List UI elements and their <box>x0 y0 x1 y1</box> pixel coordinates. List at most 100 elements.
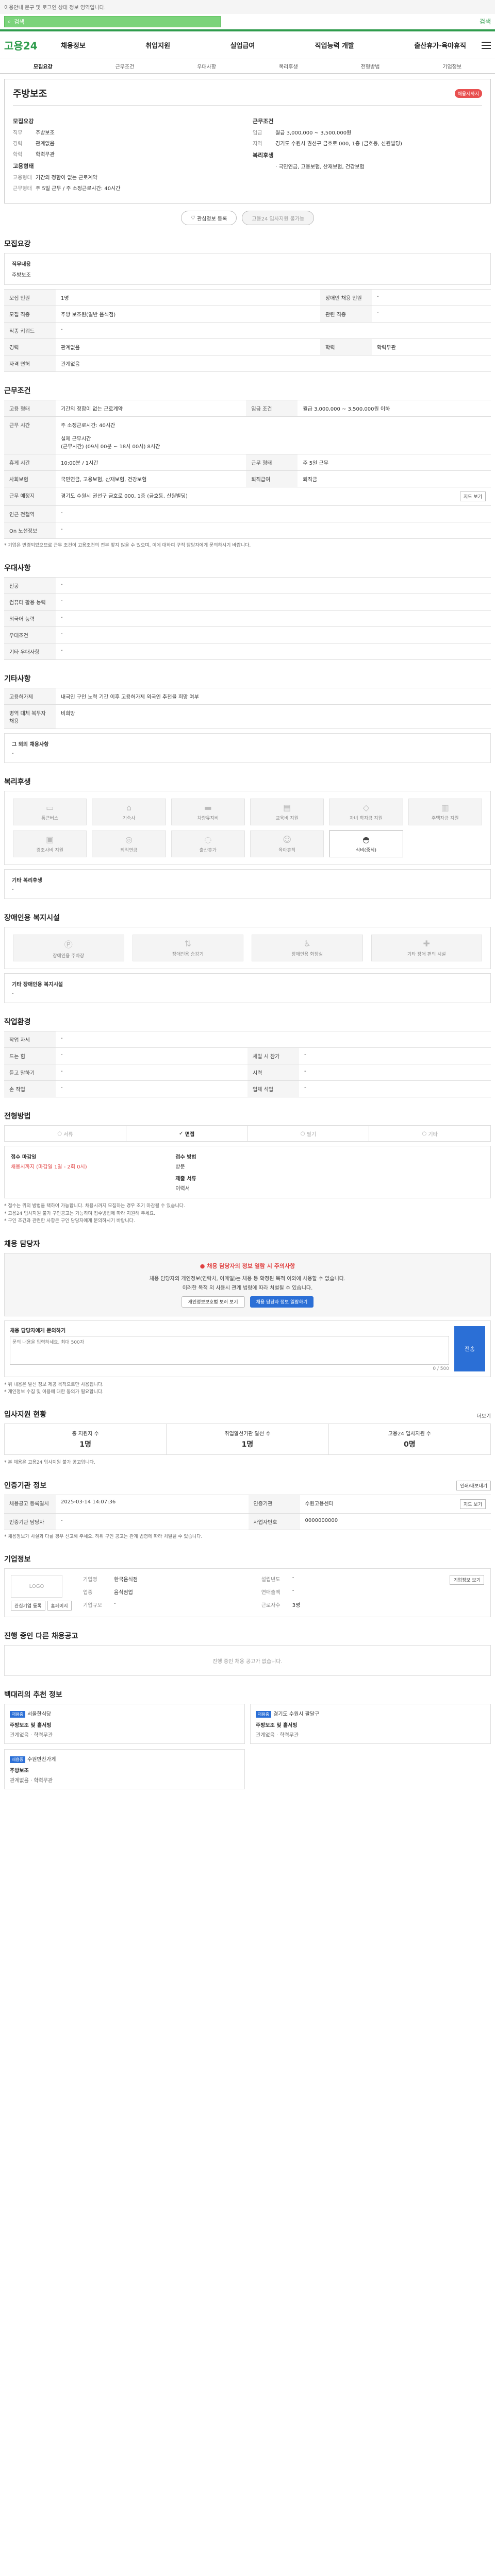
bottom-spacer <box>0 1793 495 1814</box>
cell-value: 주 5일 근무 <box>298 454 491 471</box>
tab-recruit[interactable]: 모집요강 <box>2 62 84 70</box>
cell-value: 1명 <box>56 289 320 306</box>
gnb-item-leave[interactable]: 출산휴가·육아휴직 <box>414 40 466 50</box>
site-logo[interactable]: 고용24 <box>4 38 45 53</box>
gnb-item-support[interactable]: 취업지원 <box>145 40 170 50</box>
welfare-box: 기타 복리후생 - <box>4 869 491 900</box>
disability-box-value: - <box>12 991 14 997</box>
search-placeholder: 검색 <box>14 18 25 25</box>
other-box: 그 외의 채용사항 - <box>4 733 491 764</box>
map-button[interactable]: 지도 보기 <box>460 492 486 501</box>
company-detail-button[interactable]: 기업정보 보기 <box>450 1575 484 1585</box>
recommend-cards: 채용중 서울한식당 주방보조 및 홀서빙 관계없음 · 학력무관 채용중 경기도 수… <box>4 1704 491 1790</box>
company-fav-button[interactable]: 관심기업 등록 <box>11 1601 45 1611</box>
view-contact-button[interactable]: 채용 담당자 정보 열람하기 <box>250 1296 314 1308</box>
welfare-item: ◓ 식비(중식) <box>329 831 403 858</box>
welfare-panel: ▭ 통근버스 ⌂ 기숙사 ▬ 차량유지비 ▤ 교육비 지원 ◇ 자녀 학자금 지원 ▥ 주택… <box>4 791 491 866</box>
welfare-item: ▬ 차량유지비 <box>171 799 245 826</box>
tab-condition[interactable]: 근무조건 <box>84 62 166 70</box>
cell-key: 채용공고 등록일시 <box>4 1494 56 1514</box>
cell-key: 드는 힘 <box>4 1047 56 1065</box>
cell-value: - <box>56 522 491 539</box>
agency-map-button[interactable]: 지도 보기 <box>460 1499 486 1509</box>
inquiry-count: 0 / 500 <box>433 1366 449 1371</box>
cell-value: 관계없음 <box>56 338 320 355</box>
env-table: 작업 자세 - 드는 힘 - 세밀 시 참가 - 듣고 말하기 - 시력 - 손 작업 - 업체 … <box>4 1031 491 1098</box>
alert-icon: ● <box>200 1262 207 1269</box>
cell-key: 우대조건 <box>4 626 56 644</box>
meta-value: - <box>292 1588 294 1594</box>
tab-prefer[interactable]: 우대사항 <box>166 62 248 70</box>
apply-disabled-button[interactable]: 고용24 입사지원 불가능 <box>242 211 315 225</box>
save-interest-button[interactable]: ♡ 관심정보 등록 <box>180 211 237 225</box>
meal-icon: ◓ <box>362 835 370 845</box>
apply-info: 접수 마감일 채용시까지 (마감일 1일 - 2회 0시) 접수 방법 방문 제… <box>4 1146 491 1199</box>
table-row: 병역 대체 복무자 채용 비희망 <box>4 704 491 730</box>
heart-icon: ♡ <box>190 215 197 221</box>
card-company: 서울한식당 <box>27 1711 52 1718</box>
recommend-card[interactable]: 채용중 서울한식당 주방보조 및 홀서빙 관계없음 · 학력무관 <box>4 1704 245 1744</box>
search-button[interactable]: 검색 <box>480 17 491 26</box>
send-button[interactable]: 전송 <box>454 1326 485 1371</box>
check-icon: ✓ <box>178 1130 185 1137</box>
cell-key: 컴퓨터 활용 능력 <box>4 594 56 611</box>
welfare-item: ▥ 주택자금 지원 <box>408 799 482 826</box>
count-number: 0명 <box>404 1440 416 1449</box>
summary-block-title: 복리후생 <box>253 152 274 159</box>
contact-title: 채용 담당자 <box>4 1240 40 1248</box>
disability-label: 기타 장애 편의 시설 <box>407 952 446 958</box>
cell-key: 장애인 채용 인원 <box>320 289 372 306</box>
table-row: 사회보험 국민연금, 고용보험, 산재보험, 건강보험 퇴직급여 퇴직금 <box>4 470 491 487</box>
print-button[interactable]: 인쇄/내보내기 <box>456 1480 491 1490</box>
card-tag: 채용중 <box>256 1711 272 1718</box>
cell-value: 국민연금, 고용보험, 산재보험, 건강보험 <box>56 470 246 487</box>
cell-key: 고용 형태 <box>4 400 56 417</box>
count-item: 취업알선기관 알선 수 1명 <box>167 1424 329 1455</box>
welfare-label: 교육비 지원 <box>275 816 299 822</box>
cell-value: 비희망 <box>56 704 491 730</box>
counts-panel: 총 지원자 수 1명 취업알선기관 알선 수 1명 고용24 입사지원 수 0명 <box>4 1423 491 1455</box>
privacy-law-button[interactable]: 개인정보보호법 보러 보기 <box>181 1296 245 1308</box>
company-home-button[interactable]: 홈페이지 <box>47 1601 72 1611</box>
deadline-badge: 채용시까지 <box>454 89 482 98</box>
info-table: 채용공고 등록일시 2025-03-14 14:07:36 인증기관 수원고용센터 지도… <box>4 1494 491 1530</box>
contact-panel: ● 채용 담당자의 정보 열람 시 주의사항 채용 담당자의 개인정보(연락처,… <box>4 1252 491 1316</box>
cell-key: 관련 직종 <box>320 306 372 323</box>
global-nav: 고용24 채용정보 취업지원 실업급여 직업능력 개발 출산휴가·육아휴직 <box>0 31 495 59</box>
table-row: 전공 - <box>4 577 491 595</box>
tab-selection[interactable]: 전형방법 <box>329 62 411 70</box>
search-input[interactable]: ⌕ 검색 <box>4 15 221 27</box>
disability-item: ✚ 기타 장애 편의 시설 <box>371 935 482 962</box>
menu-icon[interactable] <box>482 41 491 49</box>
counts-more-link[interactable]: 더보기 <box>476 1412 491 1419</box>
gnb-item-jobs[interactable]: 채용정보 <box>61 40 86 50</box>
cell-key: 근무 시간 <box>4 416 56 454</box>
gnb-item-training[interactable]: 직업능력 개발 <box>315 40 354 50</box>
tab-welfare[interactable]: 복리후생 <box>248 62 329 70</box>
welfare-label: 차량유지비 <box>197 816 219 822</box>
table-row: 듣고 말하기 - 시력 - <box>4 1064 491 1081</box>
job-summary: 주방보조 채용시까지 모집요강 직무 주방보조 경력 관계없음 학력 학력무관 고용형… <box>4 79 491 204</box>
recommend-card[interactable]: 채용중 수원반찬가게 주방보조 관계없음 · 학력무관 <box>4 1749 245 1790</box>
card-tag: 채용중 <box>10 1756 26 1764</box>
gnb-item-unemployment[interactable]: 실업급여 <box>230 40 255 50</box>
cell-value: - <box>56 643 491 660</box>
cell-value: 주 소정근로시간: 40시간 실제 근무시간 (근무시간) (09시 00분 ~… <box>56 416 491 454</box>
check-icon: ○ <box>57 1130 64 1137</box>
summary-left: 모집요강 직무 주방보조 경력 관계없음 학력 학력무관 고용형태 고용형태 기간의 정… <box>13 113 242 195</box>
recommend-card[interactable]: 채용중 경기도 수원시 팔달구 주방보조 및 홀서빙 관계없음 · 학력무관 <box>250 1704 491 1744</box>
disability-box-label: 기타 장애인용 복지시설 <box>12 982 63 988</box>
count-number: 1명 <box>79 1440 91 1449</box>
check-icon: ○ <box>422 1130 428 1137</box>
tab-company[interactable]: 기업정보 <box>411 62 493 70</box>
welfare-title: 복리후생 <box>4 778 31 787</box>
inquiry-textarea[interactable] <box>10 1335 449 1365</box>
welfare-label: 기숙사 <box>122 816 136 822</box>
table-row: 기타 우대사항 - <box>4 643 491 660</box>
cell-value: - <box>372 306 491 323</box>
section-tabs: 모집요강 근무조건 우대사항 복리후생 전형방법 기업정보 <box>0 59 495 74</box>
count-label: 고용24 입사지원 수 <box>388 1431 432 1437</box>
card-title: 주방보조 및 홀서빙 <box>256 1723 298 1729</box>
disability-item: ⇅ 장애인용 승강기 <box>132 935 243 962</box>
workplace-address: 경기도 수원시 권선구 금호로 000, 1층 (금호동, 신원빌딩) <box>61 494 188 499</box>
